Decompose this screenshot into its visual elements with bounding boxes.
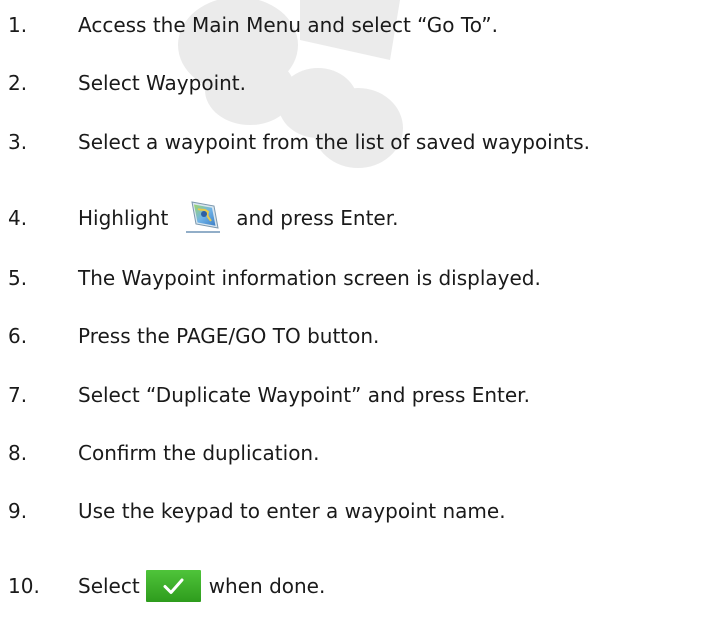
step-text: Select a waypoint from the list of saved…	[78, 130, 591, 154]
step-10: 10. Select when done.	[0, 566, 727, 606]
step-number: 7.	[8, 383, 28, 407]
step-text: Select “Duplicate Waypoint” and press En…	[78, 383, 530, 407]
step-text: Use the keypad to enter a waypoint name.	[78, 499, 506, 523]
step-1: 1. Access the Main Menu and select “Go T…	[0, 5, 727, 45]
step-9: 9. Use the keypad to enter a waypoint na…	[0, 491, 727, 531]
step-text: The Waypoint information screen is displ…	[78, 266, 541, 290]
step-number: 5.	[8, 266, 28, 290]
step-text: Confirm the duplication.	[78, 441, 320, 465]
step-text: Select Waypoint.	[78, 71, 247, 95]
step-number: 9.	[8, 499, 28, 523]
step-3: 3. Select a waypoint from the list of sa…	[0, 122, 727, 162]
step-4: 4. Highlight and press Enter.	[0, 198, 727, 238]
step-number: 1.	[8, 13, 28, 37]
step-2: 2. Select Waypoint.	[0, 63, 727, 103]
step-number: 10.	[8, 574, 40, 598]
step-text-after: when done.	[208, 574, 326, 598]
step-8: 8. Confirm the duplication.	[0, 433, 727, 473]
step-7: 7. Select “Duplicate Waypoint” and press…	[0, 375, 727, 415]
step-text-after: and press Enter.	[236, 206, 399, 230]
step-text-before: Select	[78, 574, 140, 598]
step-text: Press the PAGE/GO TO button.	[78, 324, 380, 348]
step-number: 8.	[8, 441, 28, 465]
checkmark-icon	[145, 569, 201, 602]
step-number: 3.	[8, 130, 28, 154]
step-text: Access the Main Menu and select “Go To”.	[78, 13, 498, 37]
step-text-before: Highlight	[78, 206, 169, 230]
step-number: 4.	[8, 206, 28, 230]
step-6: 6. Press the PAGE/GO TO button.	[0, 316, 727, 356]
step-5: 5. The Waypoint information screen is di…	[0, 258, 727, 298]
map-waypoint-icon	[184, 200, 222, 234]
step-number: 6.	[8, 324, 28, 348]
step-number: 2.	[8, 71, 28, 95]
